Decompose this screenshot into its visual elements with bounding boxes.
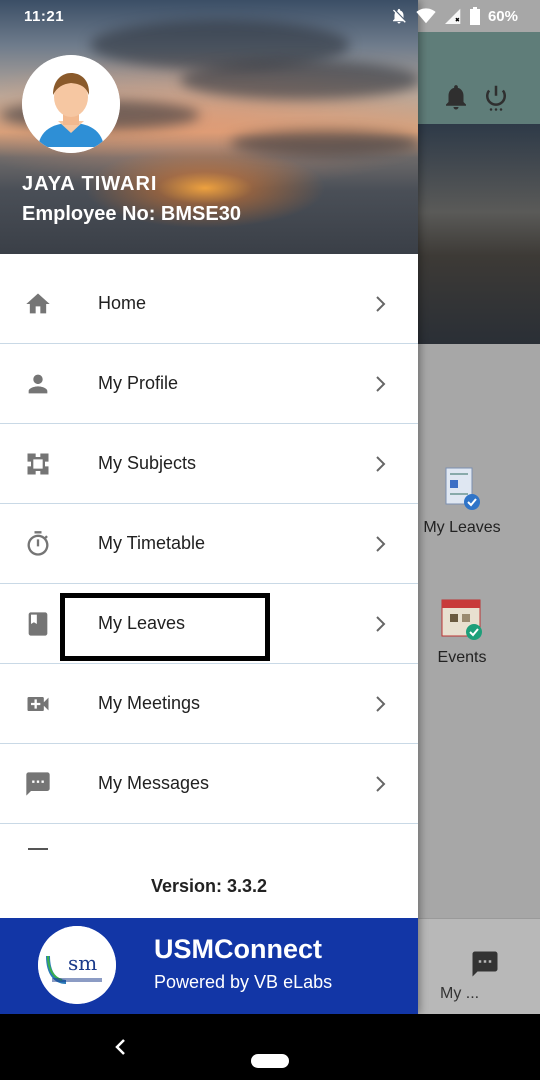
chevron-right-icon xyxy=(376,456,386,472)
power-icon[interactable] xyxy=(481,82,511,112)
usm-logo-icon: sm xyxy=(38,926,116,1004)
calendar-icon xyxy=(441,599,482,640)
user-name: JAYA TIWARI xyxy=(22,173,158,195)
bg-tile-leaves[interactable]: My Leaves xyxy=(420,466,504,537)
menu-item-home[interactable]: Home xyxy=(0,264,418,344)
home-pill-button[interactable] xyxy=(251,1054,289,1068)
chevron-right-icon xyxy=(376,776,386,792)
drawer-menu: Home My Profile My Subjects My Timetable… xyxy=(0,264,418,824)
bg-bottom-tab-label[interactable]: My ... xyxy=(440,985,479,1003)
chevron-right-icon xyxy=(376,376,386,392)
timer-icon xyxy=(27,531,49,556)
background-bottom-bar: My ... xyxy=(418,918,540,1014)
bg-tile-events[interactable]: Events xyxy=(420,596,504,667)
person-icon xyxy=(28,374,48,394)
menu-item-my-messages[interactable]: My Messages xyxy=(0,744,418,824)
message-icon xyxy=(26,772,50,796)
back-icon[interactable] xyxy=(110,1034,130,1060)
leaves-doc-icon xyxy=(445,467,480,510)
footer-app-title: USMConnect xyxy=(154,934,322,964)
menu-label: My Meetings xyxy=(98,693,201,713)
menu-item-my-meetings[interactable]: My Meetings xyxy=(0,664,418,744)
menu-item-my-timetable[interactable]: My Timetable xyxy=(0,504,418,584)
video-call-icon xyxy=(27,697,49,711)
bg-tile-events-label: Events xyxy=(437,649,487,666)
navigation-drawer: JAYA TIWARI Employee No: BMSE30 Home My … xyxy=(0,0,418,1014)
chevron-right-icon xyxy=(376,616,386,632)
battery-icon xyxy=(469,7,480,25)
chevron-right-icon xyxy=(376,536,386,552)
app-version: Version: 3.3.2 xyxy=(150,876,268,896)
status-icons: 60% xyxy=(390,7,518,25)
employee-number: Employee No: BMSE30 xyxy=(22,203,241,225)
status-time: 11:21 xyxy=(24,7,65,25)
menu-item-my-profile[interactable]: My Profile xyxy=(0,344,418,424)
menu-item-my-leaves[interactable]: My Leaves xyxy=(0,584,418,664)
menu-label: My Subjects xyxy=(98,453,197,473)
svg-text:sm: sm xyxy=(68,951,97,975)
subjects-icon xyxy=(27,453,49,475)
signal-icon xyxy=(444,8,461,24)
scroll-indicator xyxy=(28,848,48,850)
wifi-icon xyxy=(416,8,436,24)
menu-item-my-subjects[interactable]: My Subjects xyxy=(0,424,418,504)
status-bar: 11:21 60% xyxy=(0,0,540,32)
home-icon xyxy=(26,293,50,314)
bg-tile-leaves-label: My Leaves xyxy=(423,519,501,536)
chevron-right-icon xyxy=(376,696,386,712)
battery-percent: 60% xyxy=(487,7,518,25)
message-icon[interactable] xyxy=(470,949,500,979)
notification-bell-icon[interactable] xyxy=(441,82,471,112)
system-nav-bar xyxy=(0,1014,540,1080)
notifications-off-icon xyxy=(392,8,406,24)
avatar[interactable] xyxy=(22,55,120,153)
menu-label: Home xyxy=(98,293,147,313)
menu-label: My Leaves xyxy=(98,613,186,633)
menu-label: My Messages xyxy=(98,773,210,793)
chevron-right-icon xyxy=(376,296,386,312)
user-avatar-icon xyxy=(22,55,120,153)
book-icon xyxy=(28,612,48,636)
usm-logo: sm xyxy=(38,926,116,1004)
footer-powered-by: Powered by VB eLabs xyxy=(154,972,333,992)
menu-label: My Timetable xyxy=(98,533,206,553)
menu-label: My Profile xyxy=(98,373,179,393)
drawer-header: JAYA TIWARI Employee No: BMSE30 xyxy=(0,0,418,254)
